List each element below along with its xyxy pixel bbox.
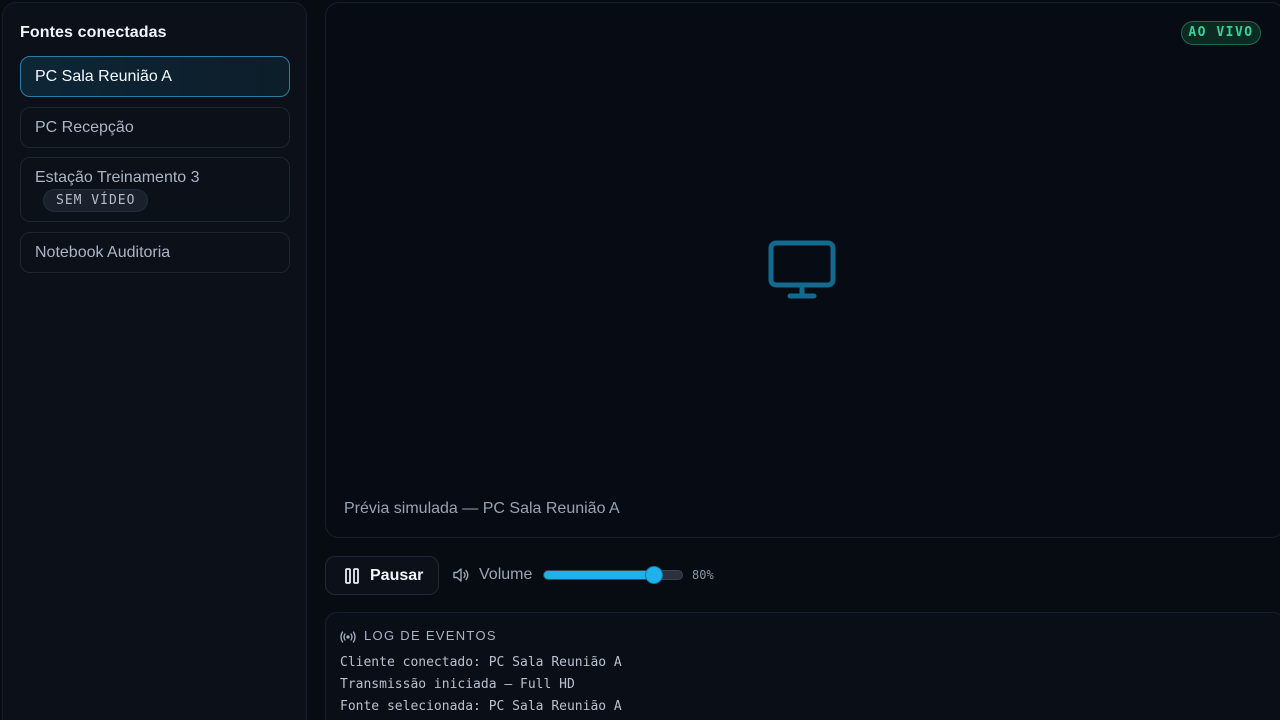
sidebar-title: Fontes conectadas — [20, 24, 167, 41]
source-label: PC Sala Reunião A — [35, 68, 172, 85]
source-item-pc-recepcao[interactable]: PC Recepção — [20, 107, 290, 148]
volume-thumb[interactable] — [646, 567, 663, 583]
volume-value: 80% — [692, 568, 714, 582]
source-item-notebook-auditoria[interactable]: Notebook Auditoria — [20, 232, 290, 273]
source-label: PC Recepção — [35, 119, 134, 136]
monitor-icon — [768, 240, 836, 299]
live-badge: AO VIVO — [1181, 21, 1261, 45]
source-label: Estação Treinamento 3 — [35, 169, 200, 186]
log-line: Fonte selecionada: PC Sala Reunião A — [340, 699, 622, 714]
video-preview: AO VIVO Prévia simulada — PC Sala Reuniã… — [325, 2, 1280, 538]
log-title: LOG DE EVENTOS — [364, 628, 497, 643]
volume-label: Volume — [479, 566, 533, 583]
volume-slider[interactable] — [543, 567, 683, 583]
broadcast-icon — [340, 631, 356, 643]
event-log: LOG DE EVENTOS Cliente conectado: PC Sal… — [325, 612, 1280, 720]
pause-icon — [345, 568, 359, 584]
speaker-icon[interactable] — [452, 567, 470, 583]
pause-label: Pausar — [370, 567, 424, 584]
log-line: Cliente conectado: PC Sala Reunião A — [340, 655, 622, 670]
log-line: Transmissão iniciada — Full HD — [340, 677, 575, 692]
preview-caption: Prévia simulada — PC Sala Reunião A — [344, 500, 620, 517]
source-label: Notebook Auditoria — [35, 244, 171, 261]
volume-fill — [544, 571, 655, 579]
no-video-badge: SEM VÍDEO — [43, 189, 149, 212]
pause-button[interactable]: Pausar — [325, 556, 439, 595]
source-item-estacao-treinamento-3[interactable]: Estação Treinamento 3 SEM VÍDEO — [20, 157, 290, 222]
source-item-pc-sala-reuniao-a[interactable]: PC Sala Reunião A — [20, 56, 290, 97]
sources-sidebar: Fontes conectadas PC Sala Reunião A PC R… — [2, 2, 307, 720]
